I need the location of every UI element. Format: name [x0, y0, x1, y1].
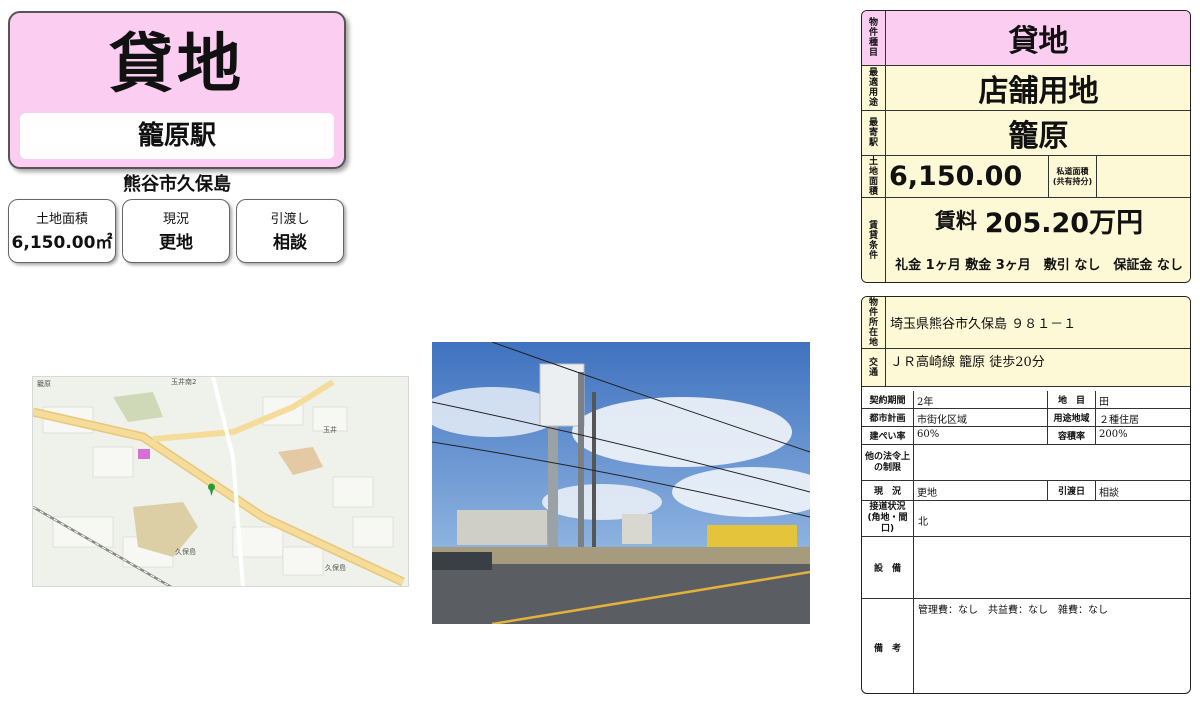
location-label-cell: 物件所在地 [862, 297, 886, 349]
road-label: 接道状況(角地・間口) [862, 501, 914, 537]
rent-value: 205.20万円 [984, 207, 1144, 239]
rent-line: 賃料 205.20万円 [886, 198, 1190, 242]
location-map[interactable]: 久保島 久保島 玉井 玉井南2 籠原 [32, 376, 409, 587]
station-value: 籠原 [886, 111, 1190, 156]
transport-label-cell: 交通 [862, 349, 886, 387]
info-value: 6,150.00㎡ [11, 233, 113, 253]
info-label: 引渡し [270, 212, 310, 227]
info-label: 現況 [162, 212, 189, 227]
info-box-area: 土地面積 6,150.00㎡ [8, 199, 116, 263]
status-value: 更地 [914, 481, 1048, 501]
far-label: 容積率 [1048, 427, 1096, 445]
lease-label: 賃貸条件 [868, 221, 878, 261]
property-type-title: 貸地 [109, 28, 245, 102]
map-label: 籠原 [37, 380, 51, 388]
info-label: 土地面積 [35, 212, 88, 227]
delivery-value: 相談 [1096, 481, 1190, 501]
rent-label: 賃料 [934, 209, 977, 233]
private-road-value [1097, 156, 1190, 198]
area-value: 6,150.00㎡ [886, 156, 1049, 198]
map-label: 玉井南2 [171, 378, 197, 386]
info-value: 相談 [273, 233, 307, 253]
map-label: 久保島 [175, 548, 196, 556]
facility-value [914, 537, 1190, 599]
transport-label: 交通 [868, 357, 878, 378]
details-sheet: 物件所在地 埼玉県熊谷市久保島 ９８１－１ 交通 ＪＲ高崎線 籠原 徒歩20分 … [861, 296, 1191, 694]
map-graphic [33, 377, 408, 586]
station-label: 最寄駅 [868, 118, 878, 148]
term-value: 2年 [914, 391, 1048, 409]
map-label: 久保島 [325, 564, 346, 572]
city-plan-value: 市街化区域 [914, 409, 1048, 427]
info-box-status: 現況 更地 [122, 199, 230, 263]
other-law-value [914, 445, 1190, 481]
remarks-label: 備 考 [862, 599, 914, 693]
city-plan-label: 都市計画 [862, 409, 914, 427]
private-road-label: 私道面積(共有持分) [1049, 156, 1097, 198]
lease-label-cell: 賃貸条件 [862, 198, 886, 282]
zoning-value: ２種住居 [1096, 409, 1190, 427]
info-box-delivery: 引渡し 相談 [236, 199, 344, 263]
station-title: 籠原駅 [20, 113, 334, 159]
station-label-cell: 最寄駅 [862, 111, 886, 156]
type-label-cell: 物件種目 [862, 11, 886, 66]
lease-conditions: 礼金 1ヶ月 敷金 3ヶ月 敷引 なし 保証金 なし [886, 242, 1190, 282]
coverage-label: 建ぺい率 [862, 427, 914, 445]
area-label-cell: 土地面積 [862, 156, 886, 198]
other-law-label: 他の法令上の制限 [862, 445, 914, 481]
zoning-label: 用途地域 [1048, 409, 1096, 427]
far-value: 200% [1096, 427, 1190, 445]
facility-label: 設 備 [862, 537, 914, 599]
land-category-value: 田 [1096, 391, 1190, 409]
site-photo [432, 342, 810, 624]
road-value: 北 [914, 501, 1190, 537]
title-card: 貸地 籠原駅 [8, 11, 346, 169]
info-value: 更地 [159, 233, 193, 253]
coverage-value: 60% [914, 427, 1048, 445]
use-label-cell: 最適用途 [862, 66, 886, 111]
area-label: 土地面積 [868, 156, 878, 197]
photo-graphic [432, 342, 810, 624]
transport-value: ＪＲ高崎線 籠原 徒歩20分 [886, 349, 1190, 387]
location-value: 埼玉県熊谷市久保島 ９８１－１ [886, 297, 1190, 349]
remarks-value: 管理費：なし 共益費：なし 雑費：なし [918, 605, 1108, 616]
address-line: 熊谷市久保島 [123, 174, 231, 195]
delivery-label: 引渡日 [1048, 481, 1096, 501]
term-label: 契約期間 [862, 391, 914, 409]
summary-sheet: 物件種目 貸地 最適用途 店舗用地 最寄駅 籠原 土地面積 6,150.00㎡ … [861, 10, 1191, 283]
status-label: 現 況 [862, 481, 914, 501]
type-value: 貸地 [886, 11, 1190, 66]
use-value: 店舗用地 [886, 66, 1190, 111]
map-label: 玉井 [323, 426, 337, 434]
land-category-label: 地 目 [1048, 391, 1096, 409]
type-label: 物件種目 [868, 18, 878, 58]
use-label: 最適用途 [868, 68, 878, 108]
location-label: 物件所在地 [868, 297, 878, 348]
